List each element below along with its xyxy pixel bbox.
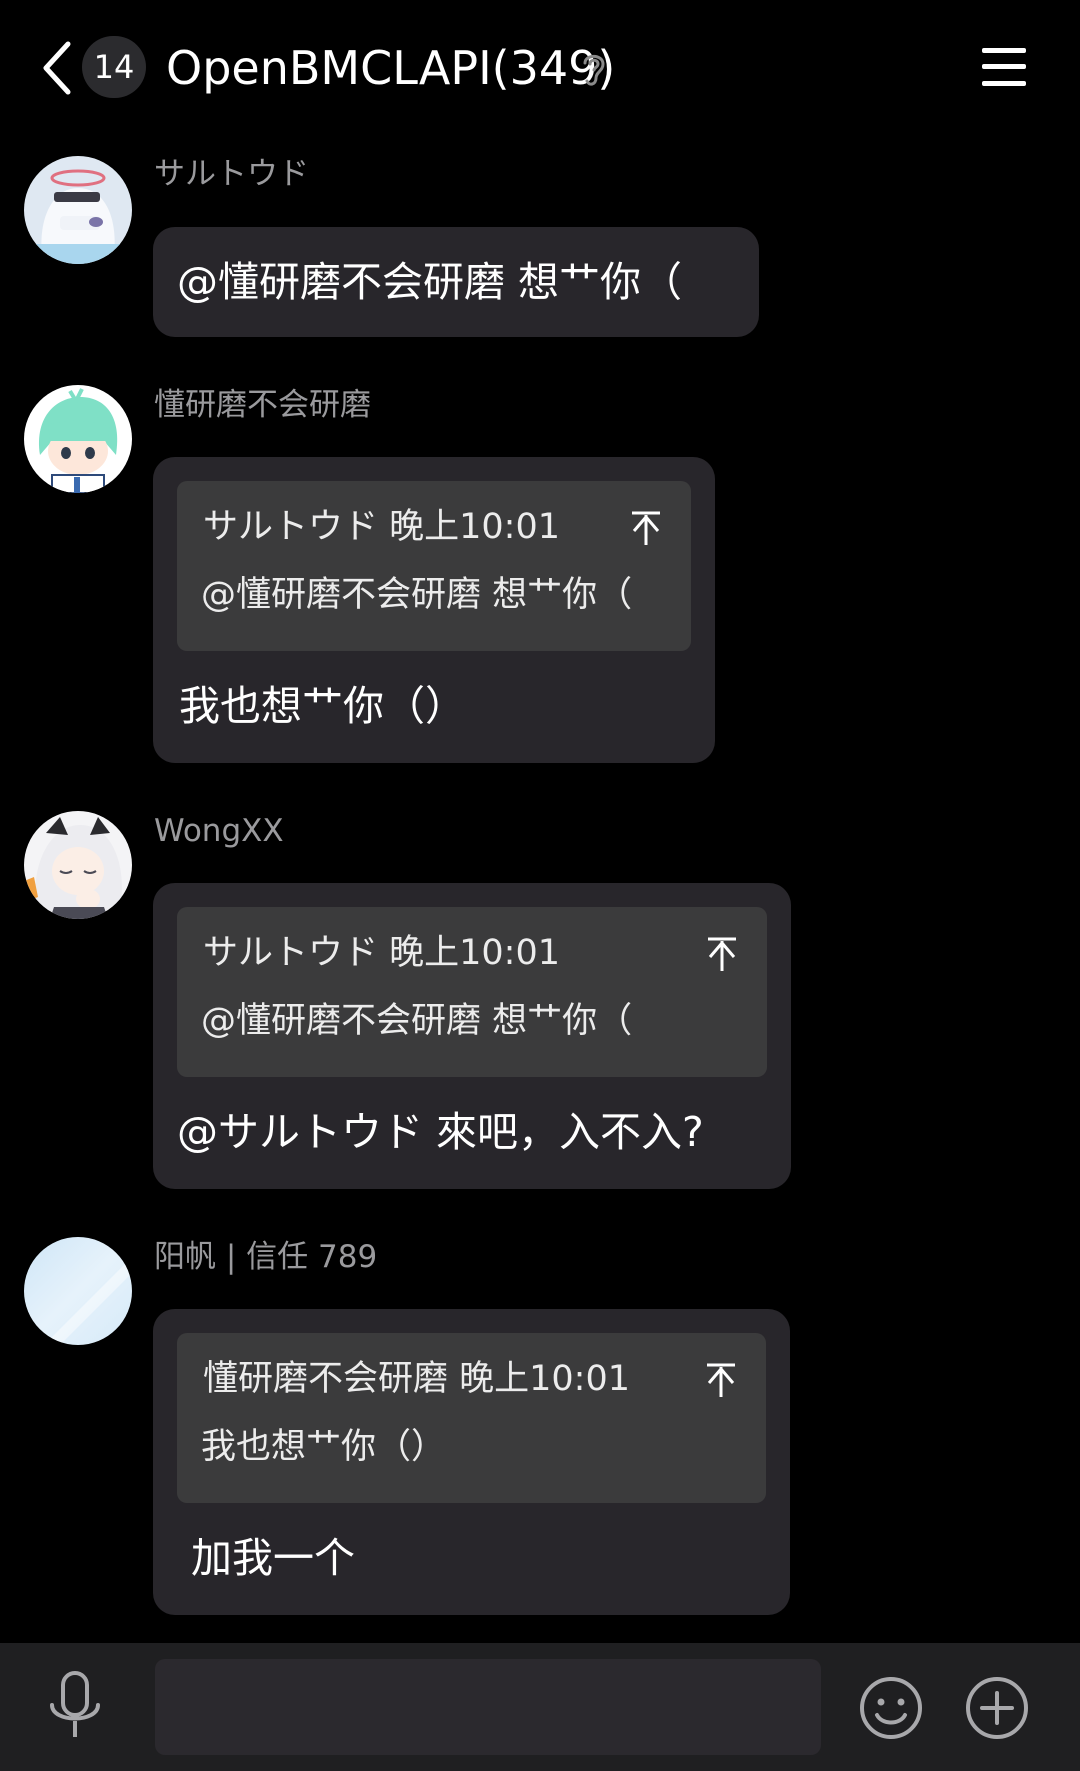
- jump-to-original-icon[interactable]: [629, 509, 663, 547]
- unread-count-badge[interactable]: 14: [82, 36, 146, 98]
- message-item: WongXX サルトウド 晚上10:01 @懂研磨不会研磨 想艹你（ @サルトウ…: [0, 806, 1080, 1196]
- microphone-icon[interactable]: [44, 1669, 106, 1745]
- quoted-author-time: サルトウド 晚上10:01: [203, 933, 560, 973]
- message-input[interactable]: [155, 1659, 821, 1755]
- message-text: 我也想艹你（）: [179, 682, 466, 730]
- message-item: 阳帆 | 信任 789 懂研磨不会研磨 晚上10:01 我也想艹你（） 加我一个: [0, 1232, 1080, 1622]
- quoted-text: @懂研磨不会研磨 想艹你（: [201, 575, 633, 615]
- sender-name: サルトウド: [154, 156, 309, 192]
- message-text: @懂研磨不会研磨 想艹你（: [177, 258, 683, 306]
- message-item: サルトウド @懂研磨不会研磨 想艹你（: [0, 150, 1080, 350]
- chat-title: OpenBMCLAPI(349): [166, 41, 616, 95]
- back-arrow-icon[interactable]: [38, 38, 78, 98]
- emoji-icon[interactable]: [858, 1675, 924, 1741]
- message-input-bar: [0, 1643, 1080, 1771]
- quoted-author-time: 懂研磨不会研磨 晚上10:01: [203, 1359, 630, 1399]
- quoted-message[interactable]: サルトウド 晚上10:01 @懂研磨不会研磨 想艹你（: [177, 907, 767, 1077]
- message-text: 加我一个: [191, 1534, 355, 1582]
- menu-icon[interactable]: [980, 46, 1028, 88]
- message-bubble[interactable]: サルトウド 晚上10:01 @懂研磨不会研磨 想艹你（ @サルトウド 來吧，入不…: [153, 883, 791, 1189]
- ear-icon: [583, 54, 605, 86]
- jump-to-original-icon[interactable]: [705, 935, 739, 973]
- avatar[interactable]: [24, 811, 132, 919]
- quoted-message[interactable]: サルトウド 晚上10:01 @懂研磨不会研磨 想艹你（: [177, 481, 691, 651]
- quoted-message[interactable]: 懂研磨不会研磨 晚上10:01 我也想艹你（）: [177, 1333, 766, 1503]
- quoted-text: 我也想艹你（）: [201, 1427, 447, 1467]
- add-plus-icon[interactable]: [964, 1675, 1030, 1741]
- message-item: 懂研磨不会研磨 サルトウド 晚上10:01 @懂研磨不会研磨 想艹你（ 我也想艹…: [0, 380, 1080, 770]
- chat-header: 14 OpenBMCLAPI(349): [0, 0, 1080, 135]
- avatar[interactable]: [24, 1237, 132, 1345]
- jump-to-original-icon[interactable]: [704, 1361, 738, 1399]
- quoted-author-time: サルトウド 晚上10:01: [203, 507, 560, 547]
- avatar[interactable]: [24, 385, 132, 493]
- avatar[interactable]: [24, 156, 132, 264]
- message-bubble[interactable]: 懂研磨不会研磨 晚上10:01 我也想艹你（） 加我一个: [153, 1309, 790, 1615]
- sender-name: WongXX: [154, 813, 284, 849]
- sender-name: 懂研磨不会研磨: [154, 387, 371, 423]
- message-text: @サルトウド 來吧，入不入?: [177, 1108, 704, 1156]
- message-bubble[interactable]: @懂研磨不会研磨 想艹你（: [153, 227, 759, 337]
- quoted-text: @懂研磨不会研磨 想艹你（: [201, 1001, 633, 1041]
- message-bubble[interactable]: サルトウド 晚上10:01 @懂研磨不会研磨 想艹你（ 我也想艹你（）: [153, 457, 715, 763]
- sender-name: 阳帆 | 信任 789: [154, 1239, 378, 1275]
